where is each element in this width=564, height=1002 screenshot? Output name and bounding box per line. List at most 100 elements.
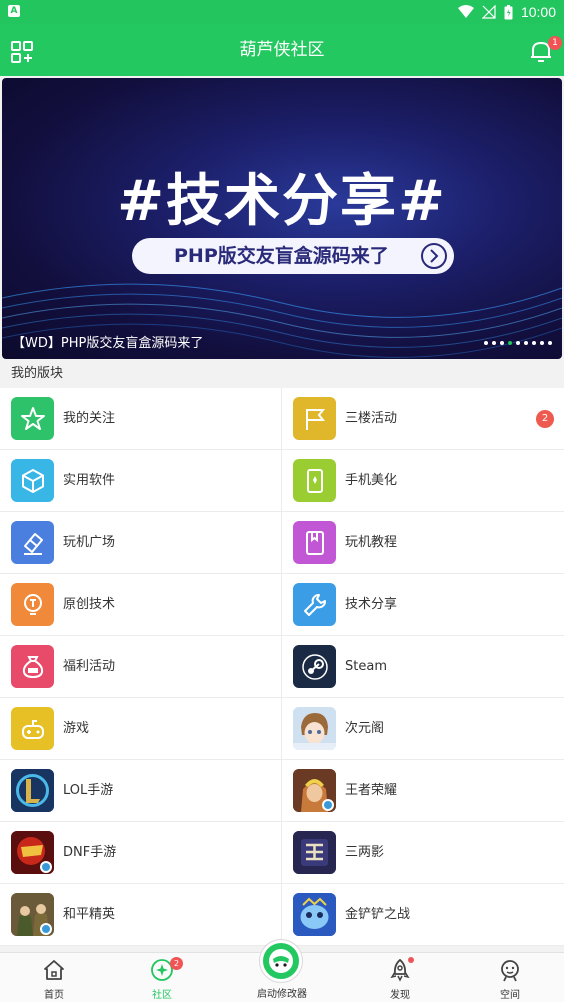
tab-label: 社区 [152,990,172,1001]
notification-app-icon: A [8,5,20,17]
wifi-icon [457,5,474,18]
board-label: 次元阁 [345,721,385,736]
banner-pill-text: PHP版交友盲盒源码来了 [174,245,389,267]
clock: 10:00 [520,4,556,20]
board-label: 技术分享 [345,597,398,612]
board-item-welfare[interactable]: 福利活动 [0,636,282,698]
eraser-icon [11,521,54,564]
board-label: LOL手游 [63,783,114,798]
carousel-dot[interactable] [548,341,552,345]
tab-launch-modifier[interactable]: 启动修改器 [226,932,338,1002]
dnf-logo-icon [11,831,54,874]
board-row: 实用软件 手机美化 [0,450,564,512]
board-label: 三两影 [345,845,385,860]
carousel-dot[interactable] [484,341,488,345]
board-label: 和平精英 [63,907,116,922]
board-label: 王者荣耀 [345,783,398,798]
notification-badge: 1 [548,36,562,50]
banner-headline: #技术分享# [117,169,447,234]
board-label: 游戏 [63,721,90,736]
board-label: DNF手游 [63,845,117,860]
steam-icon [293,645,336,688]
status-bar: A 10:00 [0,0,564,24]
moneybag-icon [11,645,54,688]
signal-icon [481,5,496,19]
tab-label: 空间 [500,990,520,1001]
launcher-face-icon [260,940,302,982]
new-dot [408,957,414,963]
banner-caption: 【WD】PHP版交友盲盒源码来了 [12,336,204,351]
board-label: 实用软件 [63,473,116,488]
lol-logo-icon [11,769,54,812]
tab-home[interactable]: 首页 [0,953,108,1002]
wrench-icon [293,583,336,626]
carousel-dot[interactable] [492,341,496,345]
board-item-my-follow[interactable]: 我的关注 [0,388,282,450]
board-item-lol-mobile[interactable]: LOL手游 [0,760,282,822]
board-label: 原创技术 [63,597,116,612]
board-item-phone-tutorial[interactable]: 玩机教程 [282,512,564,574]
board-row: 玩机广场 玩机教程 [0,512,564,574]
banner-carousel[interactable]: #技术分享# PHP版交友盲盒源码来了 【WD】PHP版交友盲盒源码来了 [2,78,562,359]
tab-discover[interactable]: 发现 [346,953,454,1002]
board-item-tech-share[interactable]: 技术分享 [282,574,564,636]
board-label: 玩机教程 [345,535,398,550]
board-item-phone-plaza[interactable]: 玩机广场 [0,512,282,574]
profile-face-icon [501,960,519,982]
board-item-dnf-mobile[interactable]: DNF手游 [0,822,282,884]
banner-pill: PHP版交友盲盒源码来了 [132,238,454,274]
star-icon [11,397,54,440]
board-item-ciyuange[interactable]: 次元阁 [282,698,564,760]
carousel-dot[interactable] [524,341,528,345]
board-item-sanliangying[interactable]: 三两影 [282,822,564,884]
board-label: Steam [345,659,387,674]
board-grid: 我的关注 三楼活动 2 实用软件 手机美化 玩机广场 玩机教程 原创技术 技术分… [0,388,564,946]
app-header: 葫芦侠社区 1 [0,24,564,76]
board-item-honor-of-kings[interactable]: 王者荣耀 [282,760,564,822]
carousel-dots [484,341,552,345]
tab-label: 发现 [390,990,410,1001]
sanliangying-icon [293,831,336,874]
board-label: 手机美化 [345,473,398,488]
board-item-games[interactable]: 游戏 [0,698,282,760]
board-label: 三楼活动 [345,411,398,426]
carousel-dot[interactable] [532,341,536,345]
carousel-dot[interactable] [516,341,520,345]
chevron-right-icon [421,243,447,269]
carousel-dot[interactable] [540,341,544,345]
board-label: 玩机广场 [63,535,116,550]
board-item-phone-theme[interactable]: 手机美化 [282,450,564,512]
unread-badge: 2 [536,410,554,428]
board-label: 金铲铲之战 [345,907,411,922]
peace-elite-icon [11,893,54,936]
board-row: 福利活动 Steam [0,636,564,698]
carousel-dot-active[interactable] [508,341,512,345]
board-item-utility-software[interactable]: 实用软件 [0,450,282,512]
battery-icon [504,4,513,19]
cube-icon [11,459,54,502]
tab-badge: 2 [170,957,183,970]
carousel-dot[interactable] [500,341,504,345]
board-label: 福利活动 [63,659,116,674]
board-row: LOL手游 王者荣耀 [0,760,564,822]
anime-avatar-icon [293,707,336,750]
bulb-icon [11,583,54,626]
board-row: 原创技术 技术分享 [0,574,564,636]
tab-label: 首页 [44,990,64,1001]
book-icon [293,521,336,564]
board-item-original-tech[interactable]: 原创技术 [0,574,282,636]
board-row: 游戏 次元阁 [0,698,564,760]
phone-icon [293,459,336,502]
honor-of-kings-icon [293,769,336,812]
board-row: DNF手游 三两影 [0,822,564,884]
board-label: 我的关注 [63,411,116,426]
board-item-steam[interactable]: Steam [282,636,564,698]
tft-mobile-icon [293,893,336,936]
tab-label: 启动修改器 [257,989,307,1000]
gamepad-icon [11,707,54,750]
board-item-third-floor-event[interactable]: 三楼活动 2 [282,388,564,450]
page-title: 葫芦侠社区 [239,40,325,60]
home-icon [44,960,64,980]
tab-space[interactable]: 空间 [456,953,564,1002]
tab-community[interactable]: 2 社区 [108,953,216,1002]
